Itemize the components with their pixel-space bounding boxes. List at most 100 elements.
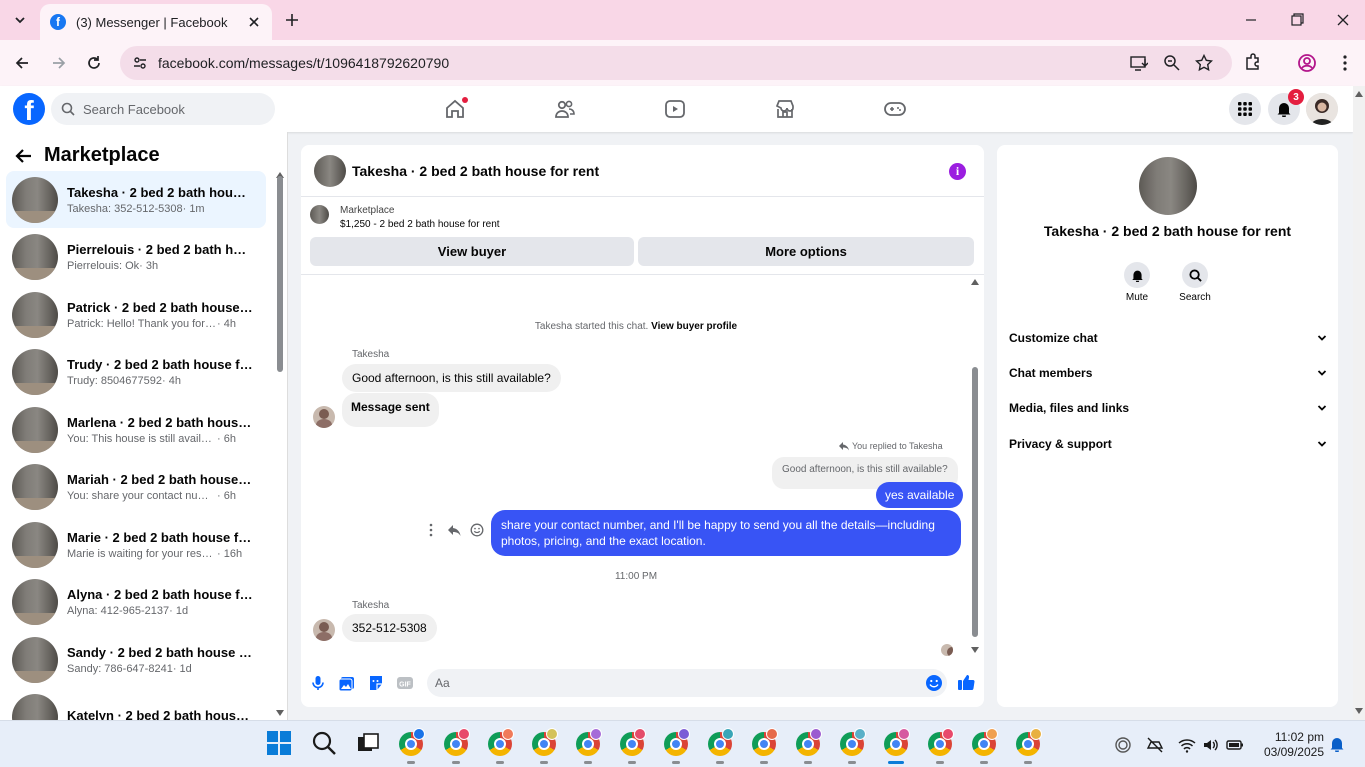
search-action[interactable]: Search: [1170, 262, 1220, 303]
bookmark-star-icon[interactable]: [1195, 54, 1213, 72]
chrome-taskbar-icon[interactable]: [884, 728, 910, 756]
chrome-taskbar-icon[interactable]: [972, 728, 998, 756]
new-tab-icon[interactable]: [282, 10, 302, 30]
back-arrow-icon[interactable]: [11, 52, 33, 74]
message-bubble-incoming[interactable]: 352-512-5308: [342, 614, 437, 642]
view-buyer-profile-link[interactable]: View buyer profile: [651, 321, 737, 332]
chrome-taskbar-icon[interactable]: [708, 728, 734, 756]
restore-icon[interactable]: [1287, 10, 1307, 30]
gaming-icon[interactable]: [884, 98, 906, 120]
conversation-item[interactable]: Trudy · 2 bed 2 bath house for r... Trud…: [6, 343, 266, 400]
volume-icon[interactable]: [1202, 736, 1220, 754]
wifi-icon[interactable]: [1178, 736, 1196, 754]
react-emoji-icon[interactable]: [470, 523, 484, 537]
details-avatar[interactable]: [1139, 157, 1197, 215]
listing-detail[interactable]: $1,250 - 2 bed 2 bath house for rent: [340, 219, 500, 230]
chat-scrollbar[interactable]: [970, 279, 980, 655]
minimize-icon[interactable]: [1241, 10, 1261, 30]
chat-scroll-thumb[interactable]: [972, 367, 978, 637]
chrome-taskbar-icon[interactable]: [488, 728, 514, 756]
sender-avatar[interactable]: [313, 619, 335, 641]
chat-avatar[interactable]: [314, 154, 346, 187]
message-bubble-outgoing[interactable]: yes available: [876, 482, 964, 508]
customize-chat-section[interactable]: Customize chat: [1009, 328, 1327, 348]
chrome-taskbar-icon[interactable]: [620, 728, 646, 756]
chrome-taskbar-icon[interactable]: [1016, 728, 1042, 756]
sender-avatar[interactable]: [313, 406, 335, 428]
taskbar-search-icon[interactable]: [311, 730, 339, 758]
chrome-taskbar-icon[interactable]: [752, 728, 778, 756]
sidebar-scroll-thumb[interactable]: [277, 176, 283, 372]
facebook-search[interactable]: [51, 93, 275, 125]
chat-title[interactable]: Takesha · 2 bed 2 bath house for rent: [352, 163, 599, 179]
zoom-icon[interactable]: [1163, 54, 1181, 72]
sticker-icon[interactable]: [367, 674, 385, 692]
chrome-taskbar-icon[interactable]: [796, 728, 822, 756]
marketplace-icon[interactable]: [774, 98, 796, 120]
conversation-item[interactable]: Katelyn · 2 bed 2 bath house fo...: [6, 688, 266, 720]
forward-arrow-icon[interactable]: [48, 52, 70, 74]
profile-icon[interactable]: [1296, 52, 1318, 74]
page-scrollbar[interactable]: [1353, 86, 1365, 720]
message-bubble-outgoing[interactable]: share your contact number, and I'll be h…: [491, 510, 961, 556]
scroll-down-icon[interactable]: [971, 647, 979, 653]
clock[interactable]: 11:02 pm 03/09/2025: [1258, 730, 1324, 760]
conversation-item[interactable]: Takesha · 2 bed 2 bath house fo... Takes…: [6, 171, 266, 228]
message-more-icon[interactable]: [427, 523, 435, 537]
chrome-taskbar-icon[interactable]: [444, 728, 470, 756]
conversation-item[interactable]: Alyna · 2 bed 2 bath house for r... Alyn…: [6, 573, 266, 630]
tab-close-icon[interactable]: [246, 14, 262, 30]
scroll-down-icon[interactable]: [276, 710, 284, 716]
photo-attach-icon[interactable]: [338, 674, 356, 692]
chrome-taskbar-icon[interactable]: [928, 728, 954, 756]
message-input[interactable]: [435, 676, 915, 690]
address-bar[interactable]: facebook.com/messages/t/1096418792620790: [120, 46, 1232, 80]
gif-icon[interactable]: GIF: [396, 674, 414, 692]
chrome-taskbar-icon[interactable]: [840, 728, 866, 756]
notification-bell-icon[interactable]: [1329, 736, 1347, 754]
chrome-taskbar-icon[interactable]: [399, 728, 425, 756]
video-icon[interactable]: [664, 98, 686, 120]
scroll-up-icon[interactable]: [1355, 91, 1363, 97]
more-options-button[interactable]: More options: [638, 237, 974, 266]
scroll-up-icon[interactable]: [971, 279, 979, 285]
conversation-item[interactable]: Mariah · 2 bed 2 bath house for... You: …: [6, 458, 266, 515]
info-icon[interactable]: i: [949, 163, 966, 180]
network-off-icon[interactable]: [1146, 736, 1164, 754]
sidebar-scrollbar[interactable]: [276, 172, 284, 716]
friends-icon[interactable]: [554, 98, 576, 120]
site-settings-icon[interactable]: [132, 55, 148, 71]
browser-tab[interactable]: f (3) Messenger | Facebook: [40, 4, 272, 40]
back-arrow-icon[interactable]: [14, 146, 34, 166]
conversation-item[interactable]: Patrick · 2 bed 2 bath house for ... Pat…: [6, 286, 266, 343]
facebook-search-input[interactable]: [83, 101, 263, 117]
close-window-icon[interactable]: [1333, 10, 1353, 30]
view-buyer-button[interactable]: View buyer: [310, 237, 634, 266]
facebook-logo-icon[interactable]: f: [13, 93, 45, 125]
thumbs-up-icon[interactable]: [957, 673, 975, 691]
mute-action[interactable]: Mute: [1112, 262, 1162, 303]
tab-search-chevron-icon[interactable]: [8, 8, 32, 32]
menu-grid-button[interactable]: [1229, 93, 1261, 125]
extensions-puzzle-icon[interactable]: [1243, 52, 1265, 74]
message-bubble-incoming[interactable]: Good afternoon, is this still available?: [342, 364, 561, 392]
conversation-item[interactable]: Sandy · 2 bed 2 bath house for ... Sandy…: [6, 631, 266, 688]
privacy-support-section[interactable]: Privacy & support: [1009, 434, 1327, 454]
task-view-icon[interactable]: [355, 730, 383, 758]
conversation-item[interactable]: Pierrelouis · 2 bed 2 bath house... Pier…: [6, 228, 266, 285]
conversation-item[interactable]: Marlena · 2 bed 2 bath house fo... You: …: [6, 401, 266, 458]
chrome-taskbar-icon[interactable]: [576, 728, 602, 756]
windows-start-icon[interactable]: [266, 730, 294, 758]
emoji-icon[interactable]: [925, 674, 943, 692]
media-files-section[interactable]: Media, files and links: [1009, 398, 1327, 418]
microphone-icon[interactable]: [309, 674, 327, 692]
reply-arrow-icon[interactable]: [447, 523, 461, 537]
chrome-taskbar-icon[interactable]: [532, 728, 558, 756]
install-app-icon[interactable]: [1130, 54, 1148, 72]
conversation-item[interactable]: Marie · 2 bed 2 bath house for r... Mari…: [6, 516, 266, 573]
message-bubble-incoming[interactable]: Message sent: [342, 393, 439, 427]
battery-icon[interactable]: [1226, 736, 1244, 754]
message-input-box[interactable]: [427, 669, 947, 697]
reload-icon[interactable]: [83, 52, 105, 74]
kebab-menu-icon[interactable]: [1334, 52, 1356, 74]
